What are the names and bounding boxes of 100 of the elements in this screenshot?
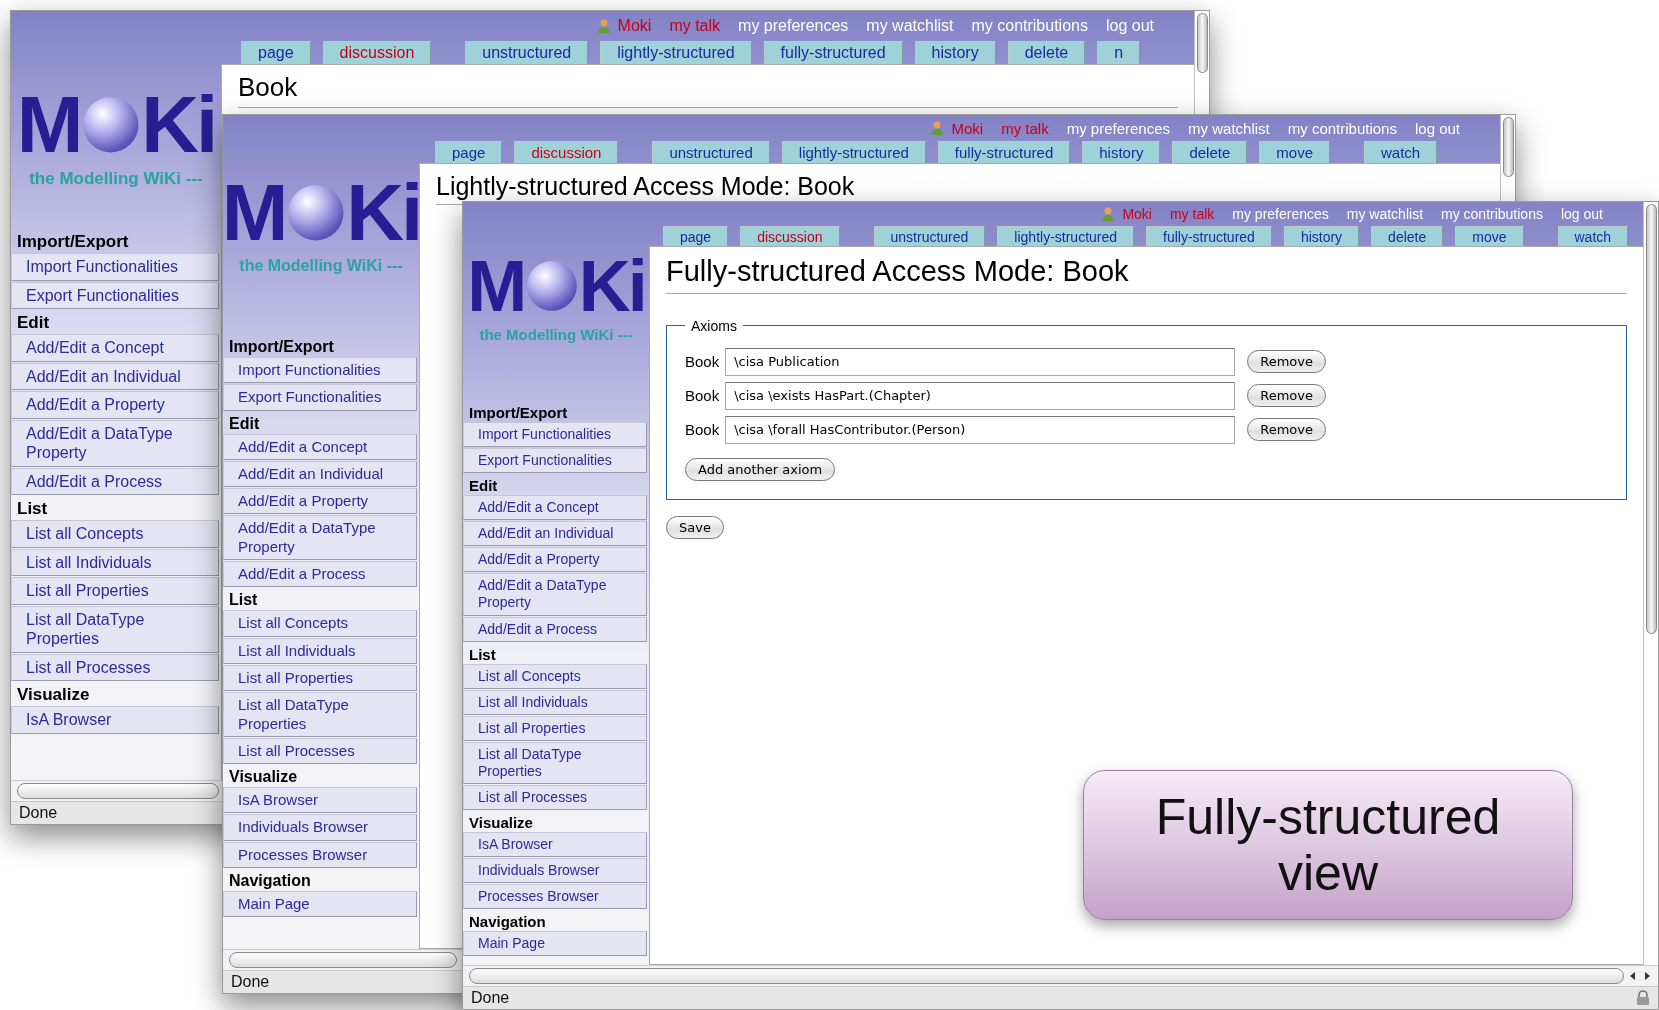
sidebar-heading: Edit: [228, 413, 261, 434]
page-tab[interactable]: unstructured: [873, 226, 986, 247]
logo-text[interactable]: Ki: [578, 250, 645, 322]
page-tab[interactable]: discussion: [322, 41, 432, 64]
sidebar-link[interactable]: Export Functionalities: [11, 281, 219, 310]
sidebar-link[interactable]: List all Properties: [223, 664, 417, 692]
sidebar-link[interactable]: Import Functionalities: [223, 357, 417, 384]
sidebar-link[interactable]: Add/Edit a DataType Property: [223, 515, 417, 561]
page-tab[interactable]: delete: [1007, 41, 1086, 64]
sidebar-link[interactable]: Add/Edit a Concept: [11, 334, 219, 362]
arrow-left-icon[interactable]: [1628, 971, 1638, 981]
sidebar-heading: Edit: [16, 312, 51, 335]
sidebar-link[interactable]: List all Concepts: [223, 610, 417, 637]
sidebar-link[interactable]: Import Functionalities: [463, 422, 647, 448]
page-tab[interactable]: delete: [1172, 141, 1248, 163]
sidebar-link[interactable]: Main Page: [463, 931, 647, 957]
page-tab[interactable]: fully-structured: [763, 41, 903, 64]
logo-text[interactable]: Ki: [141, 85, 216, 165]
page-tab[interactable]: page: [241, 41, 311, 64]
sidebar-heading: List: [228, 590, 259, 611]
sphere-icon: [525, 260, 578, 312]
sidebar-link[interactable]: Add/Edit an Individual: [223, 460, 417, 488]
arrow-right-icon[interactable]: [1642, 971, 1652, 981]
sidebar-link[interactable]: Add/Edit a Property: [11, 391, 219, 419]
logo-text[interactable]: M: [467, 250, 525, 322]
page-tab[interactable]: page: [435, 141, 503, 163]
sidebar-link[interactable]: Individuals Browser: [463, 858, 647, 884]
page-tab[interactable]: n: [1097, 41, 1141, 64]
sidebar-link[interactable]: List all Processes: [223, 737, 417, 765]
sidebar-link[interactable]: Add/Edit a DataType Property: [463, 573, 647, 616]
page-tab[interactable]: fully-structured: [1146, 226, 1272, 247]
sidebar-link[interactable]: IsA Browser: [463, 832, 647, 858]
sidebar-link[interactable]: Processes Browser: [223, 841, 417, 869]
sidebar-link[interactable]: Add/Edit a Process: [463, 616, 647, 642]
page-tab[interactable]: lightly-structured: [997, 226, 1135, 247]
page-tab[interactable]: history: [1082, 141, 1161, 163]
sidebar-heading: Edit: [468, 476, 499, 496]
page-tab[interactable]: lightly-structured: [781, 141, 926, 163]
sidebar-link[interactable]: Processes Browser: [463, 884, 647, 910]
sidebar-link[interactable]: Add/Edit a DataType Property: [11, 419, 219, 467]
page-tab[interactable]: page: [663, 226, 729, 247]
page-tab[interactable]: history: [1283, 226, 1360, 247]
sidebar-link[interactable]: Import Functionalities: [11, 253, 219, 281]
status-text: Done: [231, 973, 270, 991]
sidebar-link[interactable]: List all Processes: [11, 653, 219, 682]
sidebar-link[interactable]: List all Concepts: [11, 520, 219, 548]
sidebar-link[interactable]: Add/Edit an Individual: [11, 362, 219, 391]
sidebar-link[interactable]: List all Properties: [11, 577, 219, 605]
sidebar-link[interactable]: List all DataType Properties: [11, 605, 219, 653]
page-tab[interactable]: watch: [1364, 141, 1438, 163]
sidebar-link[interactable]: List all Individuals: [223, 637, 417, 664]
sidebar-link[interactable]: List all Concepts: [463, 663, 647, 689]
logo-text[interactable]: M: [223, 173, 286, 253]
page-tab[interactable]: discussion: [514, 141, 619, 163]
add-axiom-button[interactable]: Add another axiom: [685, 457, 836, 481]
axiom-field[interactable]: \cisa \exists HasPart.(Chapter): [725, 381, 1236, 410]
page-tab[interactable]: fully-structured: [937, 141, 1071, 163]
horizontal-scrollbar[interactable]: [229, 952, 457, 968]
logo-text[interactable]: M: [16, 85, 81, 165]
sidebar-link[interactable]: Export Functionalities: [223, 384, 417, 411]
sidebar-link[interactable]: List all DataType Properties: [223, 692, 417, 737]
page-tab[interactable]: history: [914, 41, 996, 64]
horizontal-scrollbar[interactable]: [17, 783, 219, 799]
page-tab[interactable]: unstructured: [465, 41, 589, 64]
sidebar-link[interactable]: Add/Edit a Property: [223, 488, 417, 515]
sidebar-link[interactable]: Export Functionalities: [463, 448, 647, 474]
sidebar-link[interactable]: List all Processes: [463, 785, 647, 811]
sidebar-link[interactable]: List all DataType Properties: [463, 741, 647, 784]
sidebar-link[interactable]: Individuals Browser: [223, 814, 417, 841]
scrollbar-thumb[interactable]: [1196, 13, 1208, 73]
save-button[interactable]: Save: [666, 515, 724, 539]
scrollbar-thumb[interactable]: [1502, 117, 1514, 177]
sidebar-heading: Import/Export: [16, 231, 130, 253]
remove-button[interactable]: Remove: [1247, 418, 1326, 442]
sidebar-link[interactable]: Add/Edit a Process: [11, 467, 219, 496]
sidebar-link[interactable]: Add/Edit a Concept: [463, 495, 647, 521]
scrollbar-thumb[interactable]: [1645, 204, 1657, 634]
axiom-field[interactable]: \cisa Publication: [725, 347, 1236, 376]
page-tab[interactable]: unstructured: [652, 141, 770, 163]
logo-text[interactable]: Ki: [346, 173, 419, 253]
page-tab[interactable]: delete: [1371, 226, 1444, 247]
remove-button[interactable]: Remove: [1247, 350, 1326, 374]
page-tab[interactable]: discussion: [740, 226, 840, 247]
sidebar-link[interactable]: List all Individuals: [11, 548, 219, 577]
sidebar-link[interactable]: List all Properties: [463, 715, 647, 741]
horizontal-scrollbar[interactable]: [469, 968, 1624, 984]
sidebar-link[interactable]: Main Page: [223, 891, 417, 918]
page-tab[interactable]: move: [1259, 141, 1330, 163]
sidebar-link[interactable]: List all Individuals: [463, 689, 647, 715]
axiom-field[interactable]: \cisa \forall HasContributor.(Person): [725, 415, 1236, 444]
sidebar-link[interactable]: Add/Edit an Individual: [463, 521, 647, 547]
page-tab[interactable]: watch: [1557, 226, 1629, 247]
sidebar-link[interactable]: IsA Browser: [223, 787, 417, 814]
sidebar-link[interactable]: Add/Edit a Property: [463, 547, 647, 573]
page-tab[interactable]: move: [1455, 226, 1524, 247]
sidebar-link[interactable]: IsA Browser: [11, 706, 219, 734]
remove-button[interactable]: Remove: [1247, 384, 1326, 408]
sidebar-link[interactable]: Add/Edit a Process: [223, 561, 417, 588]
page-tab[interactable]: lightly-structured: [600, 41, 752, 64]
sidebar-link[interactable]: Add/Edit a Concept: [223, 433, 417, 460]
